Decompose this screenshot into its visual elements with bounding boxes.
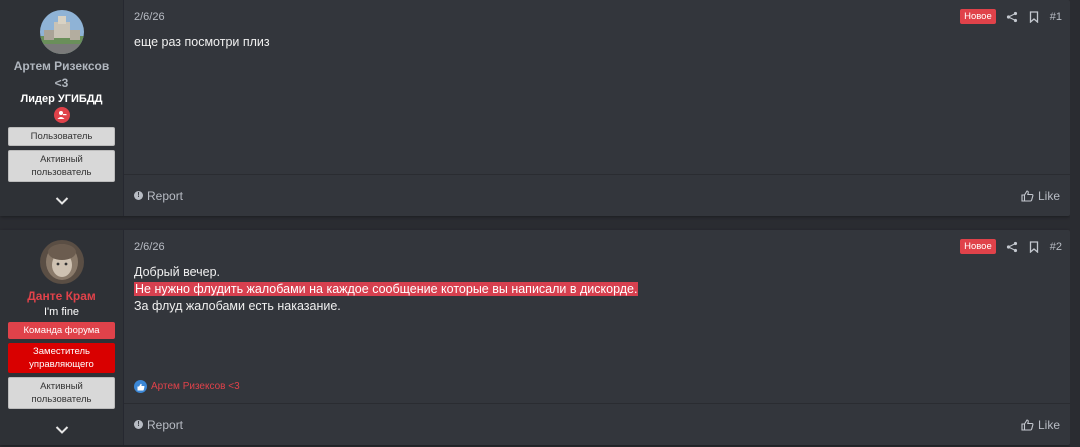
like-label: Like	[1037, 417, 1060, 432]
avatar[interactable]	[39, 240, 84, 284]
report-label: Report	[147, 417, 184, 432]
new-badge: Новое	[960, 239, 996, 254]
highlighted-message-line: Не нужно флудить жалобами на каждое сооб…	[134, 282, 639, 296]
post-footer: ! Report Like	[124, 403, 1070, 445]
report-icon: !	[134, 191, 143, 200]
user-badge: Заместитель управляющего	[8, 343, 115, 373]
message-line: еще раз посмотри плиз	[134, 35, 270, 49]
like-label: Like	[1037, 188, 1060, 203]
post-main: 2/6/26 Новое #1 еще раз посмотри плиз ! …	[124, 0, 1070, 216]
user-title: I'm fine	[43, 306, 80, 318]
report-button[interactable]: ! Report	[134, 189, 183, 203]
forum-post: Данте Крам I'm fine Команда форума Замес…	[0, 230, 1070, 445]
user-badge: Активный пользователь	[8, 150, 115, 182]
user-badge: Команда форума	[8, 322, 115, 339]
forum-post: Артем Ризексов <3 Лидер УГИБДД Пользоват…	[0, 0, 1070, 216]
post-actions: Новое #1	[960, 9, 1062, 24]
thumbs-up-icon	[1021, 189, 1034, 202]
post-actions: Новое #2	[960, 239, 1062, 254]
post-date[interactable]: 2/6/26	[134, 11, 165, 23]
chevron-down-icon[interactable]	[55, 196, 69, 206]
post-footer: ! Report Like	[124, 174, 1070, 216]
new-badge: Новое	[960, 9, 996, 24]
share-icon[interactable]	[1006, 11, 1018, 23]
post-number[interactable]: #2	[1050, 241, 1062, 253]
post-author-panel: Данте Крам I'm fine Команда форума Замес…	[0, 230, 124, 445]
message-line: За флуд жалобами есть наказание.	[134, 299, 341, 313]
like-button[interactable]: Like	[1021, 418, 1060, 432]
user-title: Лидер УГИБДД	[20, 93, 103, 105]
user-minus-icon	[53, 107, 70, 123]
thumbs-up-icon	[1021, 418, 1034, 431]
user-badge: Активный пользователь	[8, 377, 115, 409]
reactions-bar[interactable]: Артем Ризексов <3	[134, 380, 240, 393]
message-line: Добрый вечер.	[134, 265, 221, 279]
post-main: 2/6/26 Новое #2 Добрый вечер. Не нужно ф…	[124, 230, 1070, 445]
report-label: Report	[147, 188, 184, 203]
thumbs-up-icon	[134, 380, 147, 393]
username[interactable]: Артем Ризексов <3	[7, 58, 117, 92]
share-icon[interactable]	[1006, 241, 1018, 253]
post-message: Добрый вечер. Не нужно флудить жалобами …	[134, 264, 639, 315]
report-button[interactable]: ! Report	[134, 418, 183, 432]
like-button[interactable]: Like	[1021, 189, 1060, 203]
post-number[interactable]: #1	[1050, 11, 1062, 23]
post-date[interactable]: 2/6/26	[134, 241, 165, 253]
user-badge: Пользователь	[8, 127, 115, 146]
bookmark-icon[interactable]	[1028, 240, 1040, 253]
reaction-user[interactable]: Артем Ризексов <3	[151, 381, 240, 392]
scrollbar-track[interactable]	[1070, 0, 1080, 447]
post-message: еще раз посмотри плиз	[134, 34, 270, 51]
username[interactable]: Данте Крам	[7, 288, 117, 305]
post-author-panel: Артем Ризексов <3 Лидер УГИБДД Пользоват…	[0, 0, 124, 216]
report-icon: !	[134, 420, 143, 429]
chevron-down-icon[interactable]	[55, 425, 69, 435]
bookmark-icon[interactable]	[1028, 10, 1040, 23]
avatar[interactable]	[39, 10, 84, 54]
